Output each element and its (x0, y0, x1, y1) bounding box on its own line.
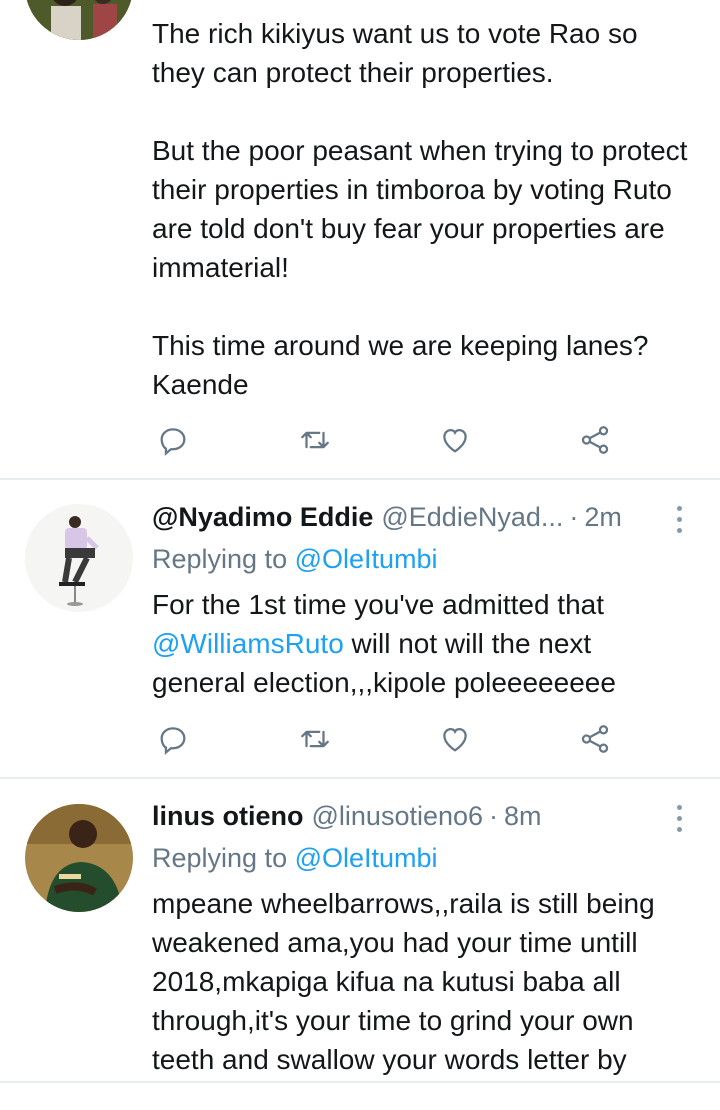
user-name[interactable]: @Nyadimo Eddie (152, 502, 373, 533)
user-handle[interactable]: @linusotieno6 (312, 801, 484, 832)
like-button[interactable] (435, 719, 475, 759)
tweet-text: The rich kikiyus want us to vote Rao so … (152, 14, 697, 404)
avatar[interactable] (25, 504, 133, 612)
tweet-2[interactable]: @Nyadimo Eddie @EddieNyad... · 2m Replyi… (0, 480, 720, 777)
retweet-button[interactable] (295, 719, 335, 759)
reply-icon (160, 428, 186, 456)
reply-mention-link[interactable]: @OleItumbi (295, 843, 438, 873)
reply-button[interactable] (153, 719, 193, 759)
reply-icon (160, 727, 186, 755)
replying-prefix: Replying to (152, 843, 295, 873)
tweet-actions (150, 420, 620, 460)
share-icon (581, 426, 609, 454)
avatar[interactable] (25, 0, 133, 40)
replying-to: Replying to @OleItumbi (152, 544, 438, 575)
replying-to: Replying to @OleItumbi (152, 843, 438, 874)
like-button[interactable] (435, 420, 475, 460)
share-button[interactable] (575, 420, 615, 460)
avatar[interactable] (25, 804, 133, 912)
replying-prefix: Replying to (152, 544, 295, 574)
separator-dot: · (489, 801, 499, 831)
tweet-text: mpeane wheelbarrows,,raila is still bein… (152, 888, 655, 1075)
more-options-icon[interactable] (672, 805, 686, 832)
divider (0, 1081, 720, 1083)
tweet-paragraph: This time around we are keeping lanes? K… (152, 330, 649, 400)
more-options-icon[interactable] (672, 506, 686, 533)
like-icon (443, 727, 467, 752)
like-icon (443, 428, 467, 453)
reply-button[interactable] (153, 420, 193, 460)
timestamp[interactable]: 2m (584, 502, 622, 533)
tweet-paragraph: The rich kikiyus want us to vote Rao so … (152, 18, 638, 88)
user-name[interactable]: linus otieno (152, 801, 304, 832)
tweet-header: linus otieno @linusotieno6 · 8m (152, 801, 542, 832)
tweet-header: @Nyadimo Eddie @EddieNyad... · 2m (152, 502, 622, 533)
share-icon (581, 725, 609, 753)
user-handle[interactable]: @EddieNyad... (381, 502, 563, 533)
tweet-actions (150, 719, 620, 759)
reply-mention-link[interactable]: @OleItumbi (295, 544, 438, 574)
retweet-button[interactable] (295, 420, 335, 460)
tweet-3[interactable]: linus otieno @linusotieno6 · 8m Replying… (0, 779, 720, 1079)
mention-link[interactable]: @WilliamsRuto (152, 628, 344, 659)
tweet-1[interactable]: The rich kikiyus want us to vote Rao so … (0, 0, 720, 478)
retweet-icon (301, 431, 329, 449)
tweet-text: For the 1st time you've admitted that @W… (152, 585, 672, 702)
timestamp[interactable]: 8m (504, 801, 542, 832)
tweet-paragraph: But the poor peasant when trying to prot… (152, 135, 688, 283)
share-button[interactable] (575, 719, 615, 759)
separator-dot: · (569, 502, 579, 532)
tweet-text-part: For the 1st time you've admitted that (152, 589, 605, 620)
retweet-icon (301, 730, 329, 748)
